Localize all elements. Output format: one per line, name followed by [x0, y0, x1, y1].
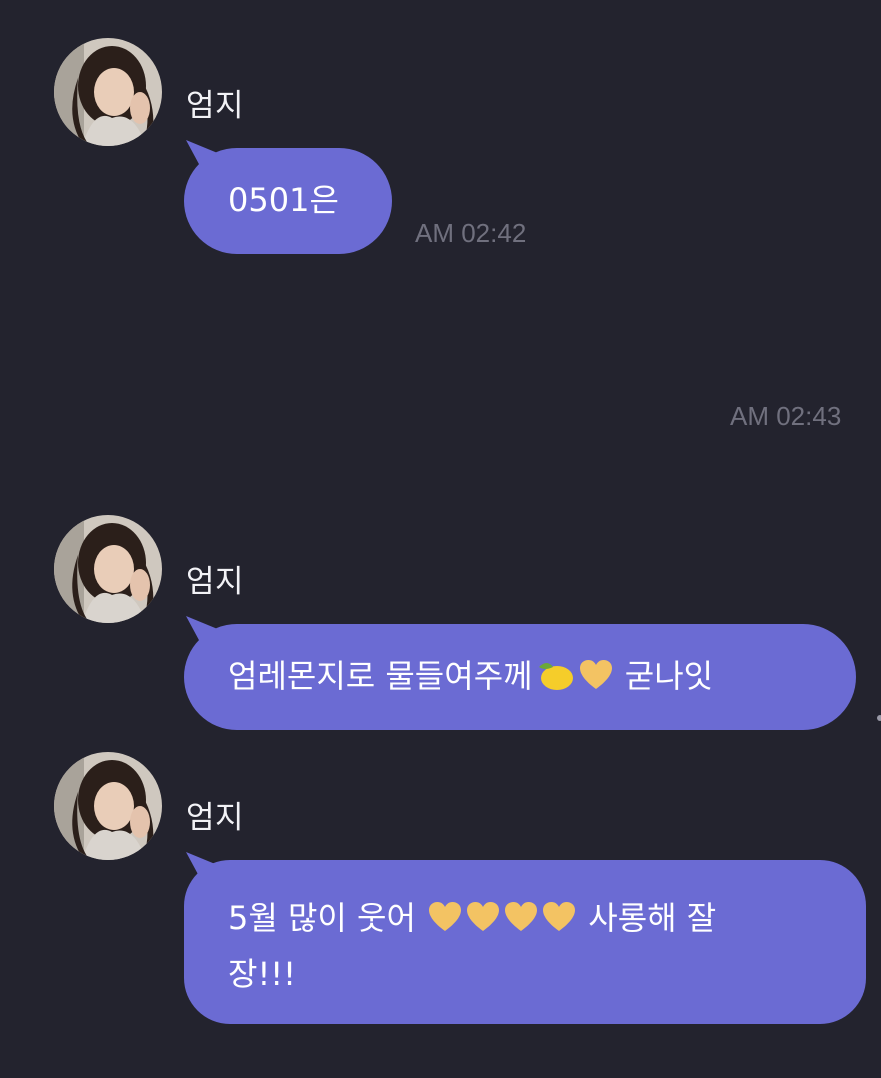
sender-name: 엄지	[186, 800, 245, 836]
message-bubble[interactable]: 5월 많이 웃어 사롱해 잘 장!!!	[184, 852, 866, 1024]
message-bubble[interactable]: 엄레몬지로 물들여주께 굳나잇	[184, 616, 856, 730]
message-bubble[interactable]: 0501은	[184, 140, 392, 254]
yellow-heart-emoji	[429, 902, 462, 931]
bubble-tail	[186, 616, 220, 642]
avatar[interactable]	[54, 752, 162, 860]
message-timestamp: AM 02:43	[730, 401, 842, 431]
message-text: 사롱해 잘	[578, 899, 717, 937]
bubble-tail	[186, 140, 220, 166]
yellow-heart-emoji	[505, 902, 538, 931]
message-line-2: 장!!!	[228, 955, 296, 993]
message-text: 엄레몬지로 물들여주께	[228, 657, 533, 695]
message-timestamp: AM 02:42	[415, 218, 527, 248]
yellow-heart-emoji	[467, 902, 500, 931]
yellow-heart-emoji	[579, 660, 612, 689]
sender-name: 엄지	[186, 88, 245, 124]
message-line-1: 5월 많이 웃어 사롱해 잘	[228, 890, 836, 946]
lemon-emoji	[538, 663, 573, 690]
yellow-heart-emoji	[543, 902, 576, 931]
avatar[interactable]	[54, 38, 162, 146]
avatar[interactable]	[54, 515, 162, 623]
edge-indicator	[877, 715, 881, 721]
message-text: 0501은	[228, 181, 339, 219]
message-text: 5월 많이 웃어	[228, 899, 427, 937]
sender-name: 엄지	[186, 564, 245, 600]
bubble-tail	[186, 852, 220, 878]
message-text: 굳나잇	[614, 657, 714, 695]
